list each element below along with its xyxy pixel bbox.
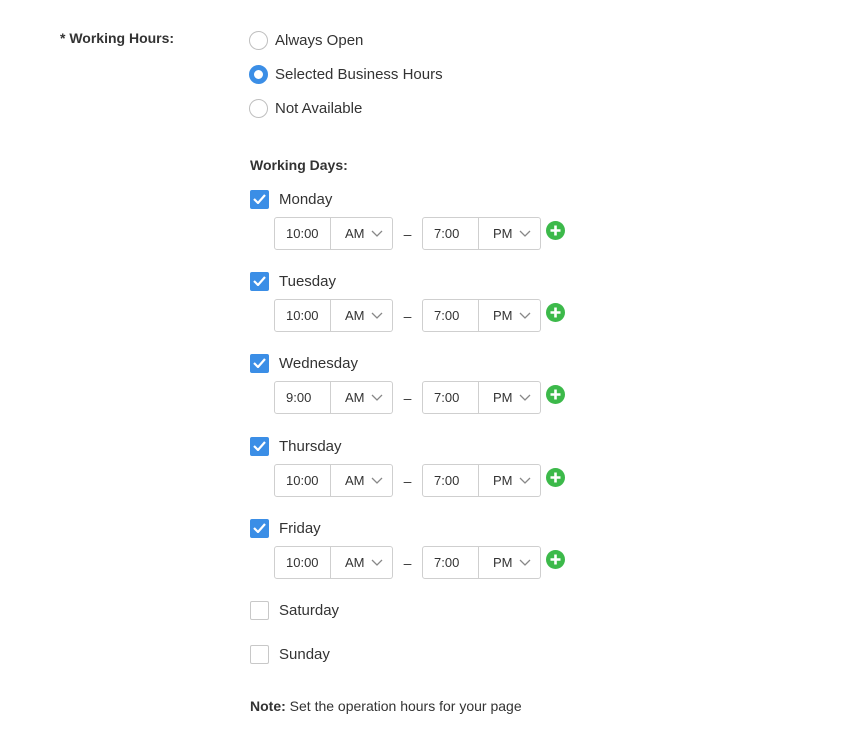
checkmark-icon bbox=[253, 523, 266, 533]
start-period-select[interactable]: AM bbox=[331, 464, 393, 497]
select-value: PM bbox=[493, 226, 513, 241]
day-friday[interactable]: Friday bbox=[250, 518, 321, 538]
select-value: AM bbox=[345, 308, 365, 323]
time-range-thursday: 10:00 AM – 7:00 PM bbox=[274, 464, 565, 497]
plus-circle-icon[interactable] bbox=[546, 221, 565, 240]
day-label: Friday bbox=[279, 519, 321, 537]
select-value: AM bbox=[345, 390, 365, 405]
end-time-input[interactable]: 7:00 bbox=[422, 546, 479, 579]
radio-always-open[interactable]: Always Open bbox=[249, 30, 363, 50]
end-time-input[interactable]: 7:00 bbox=[422, 217, 479, 250]
chevron-down-icon bbox=[519, 230, 531, 237]
checkbox[interactable] bbox=[250, 644, 269, 664]
range-separator: – bbox=[403, 554, 412, 571]
radio-button[interactable] bbox=[249, 64, 268, 84]
select-value: PM bbox=[493, 555, 513, 570]
day-wednesday[interactable]: Wednesday bbox=[250, 353, 358, 373]
checkmark-icon bbox=[253, 194, 266, 204]
end-period-select[interactable]: PM bbox=[479, 299, 541, 332]
select-value: PM bbox=[493, 473, 513, 488]
chevron-down-icon bbox=[519, 312, 531, 319]
working-hours-label: * Working Hours: bbox=[60, 30, 175, 46]
note: Note: Set the operation hours for your p… bbox=[250, 698, 522, 714]
radio-label: Selected Business Hours bbox=[275, 65, 443, 83]
radio-selected-business-hours[interactable]: Selected Business Hours bbox=[249, 64, 443, 84]
select-value: AM bbox=[345, 473, 365, 488]
end-period-select[interactable]: PM bbox=[479, 546, 541, 579]
end-time-input[interactable]: 7:00 bbox=[422, 464, 479, 497]
radio-label: Not Available bbox=[275, 99, 363, 117]
plus-circle-icon[interactable] bbox=[546, 385, 565, 404]
start-time-input[interactable]: 10:00 bbox=[274, 464, 331, 497]
chevron-down-icon bbox=[519, 394, 531, 401]
day-label: Thursday bbox=[279, 437, 342, 455]
start-period-select[interactable]: AM bbox=[331, 217, 393, 250]
checkmark-icon bbox=[253, 358, 266, 368]
time-range-friday: 10:00 AM – 7:00 PM bbox=[274, 546, 565, 579]
checkbox[interactable] bbox=[250, 518, 269, 538]
checkbox[interactable] bbox=[250, 271, 269, 291]
select-value: PM bbox=[493, 390, 513, 405]
checkbox[interactable] bbox=[250, 600, 269, 620]
time-range-tuesday: 10:00 AM – 7:00 PM bbox=[274, 299, 565, 332]
end-period-select[interactable]: PM bbox=[479, 381, 541, 414]
chevron-down-icon bbox=[371, 394, 383, 401]
day-monday[interactable]: Monday bbox=[250, 189, 332, 209]
day-tuesday[interactable]: Tuesday bbox=[250, 271, 336, 291]
time-range-wednesday: 9:00 AM – 7:00 PM bbox=[274, 381, 565, 414]
working-days-title: Working Days: bbox=[250, 157, 348, 173]
select-value: AM bbox=[345, 226, 365, 241]
end-time-input[interactable]: 7:00 bbox=[422, 299, 479, 332]
start-time-input[interactable]: 10:00 bbox=[274, 217, 331, 250]
chevron-down-icon bbox=[371, 230, 383, 237]
end-period-select[interactable]: PM bbox=[479, 217, 541, 250]
range-separator: – bbox=[403, 472, 412, 489]
day-label: Saturday bbox=[279, 601, 340, 619]
checkmark-icon bbox=[253, 276, 266, 286]
note-label: Note: bbox=[250, 698, 286, 714]
note-text: Set the operation hours for your page bbox=[289, 698, 522, 714]
range-separator: – bbox=[403, 225, 412, 242]
day-label: Monday bbox=[279, 190, 333, 208]
checkbox[interactable] bbox=[250, 189, 269, 209]
time-range-monday: 10:00 AM – 7:00 PM bbox=[274, 217, 565, 250]
plus-circle-icon[interactable] bbox=[546, 303, 565, 322]
radio-not-available[interactable]: Not Available bbox=[249, 98, 362, 118]
checkbox[interactable] bbox=[250, 353, 269, 373]
day-thursday[interactable]: Thursday bbox=[250, 436, 342, 456]
plus-circle-icon[interactable] bbox=[546, 468, 565, 487]
checkmark-icon bbox=[253, 441, 266, 451]
start-period-select[interactable]: AM bbox=[331, 381, 393, 414]
chevron-down-icon bbox=[371, 559, 383, 566]
range-separator: – bbox=[403, 307, 412, 324]
radio-button[interactable] bbox=[249, 30, 268, 50]
day-sunday[interactable]: Sunday bbox=[250, 644, 330, 664]
plus-circle-icon[interactable] bbox=[546, 550, 565, 569]
chevron-down-icon bbox=[371, 477, 383, 484]
chevron-down-icon bbox=[519, 477, 531, 484]
day-label: Wednesday bbox=[279, 354, 358, 372]
checkbox[interactable] bbox=[250, 436, 269, 456]
start-period-select[interactable]: AM bbox=[331, 546, 393, 579]
day-saturday[interactable]: Saturday bbox=[250, 600, 339, 620]
start-time-input[interactable]: 10:00 bbox=[274, 546, 331, 579]
day-label: Tuesday bbox=[279, 272, 336, 290]
radio-button[interactable] bbox=[249, 98, 268, 118]
start-time-input[interactable]: 10:00 bbox=[274, 299, 331, 332]
chevron-down-icon bbox=[519, 559, 531, 566]
end-time-input[interactable]: 7:00 bbox=[422, 381, 479, 414]
start-time-input[interactable]: 9:00 bbox=[274, 381, 331, 414]
start-period-select[interactable]: AM bbox=[331, 299, 393, 332]
select-value: PM bbox=[493, 308, 513, 323]
range-separator: – bbox=[403, 389, 412, 406]
chevron-down-icon bbox=[371, 312, 383, 319]
radio-label: Always Open bbox=[275, 31, 364, 49]
select-value: AM bbox=[345, 555, 365, 570]
day-label: Sunday bbox=[279, 645, 330, 663]
end-period-select[interactable]: PM bbox=[479, 464, 541, 497]
